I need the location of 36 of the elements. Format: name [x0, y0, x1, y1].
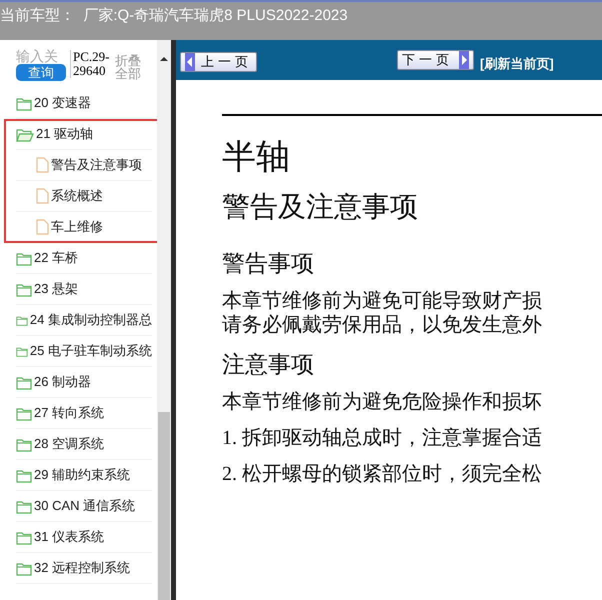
tree-item[interactable]: 警告及注意事项 — [51, 156, 142, 174]
section-heading: 警告事项 — [222, 250, 315, 278]
tree-item[interactable]: 29 辅助约束系统 — [34, 466, 130, 484]
code-label: PC.29-29640 — [70, 50, 111, 78]
paragraph: 本章节维修前为避免可能导致财产损 请务必佩戴劳保用品，以免发生意外 — [222, 289, 543, 337]
tree-item[interactable]: 24 集成制动控制器总 — [30, 311, 152, 329]
document-icon — [36, 188, 49, 204]
tree-item[interactable]: 28 空调系统 — [34, 435, 104, 453]
tree-item[interactable]: 车上维修 — [51, 218, 103, 236]
paragraph: 1. 拆卸驱动轴总成时，注意掌握合适 — [222, 426, 543, 450]
search-button[interactable]: 查询 — [16, 64, 66, 81]
refresh-page-link[interactable]: [刷新当前页] — [480, 55, 554, 73]
tree-item[interactable]: 25 电子驻车制动系统 — [30, 342, 152, 360]
tree-item[interactable]: 20 变速器 — [34, 94, 92, 112]
next-page-button[interactable]: 下一页 — [397, 50, 474, 70]
previous-page-button[interactable]: 上一页 — [180, 52, 257, 72]
tree-item[interactable]: 32 远程控制系统 — [34, 559, 130, 577]
tree-item[interactable]: 30 CAN 通信系统 — [34, 497, 136, 515]
vehicle-model-title: 当前车型： 厂家:Q-奇瑞汽车瑞虎8 PLUS2022-2023 — [0, 6, 349, 25]
tree-item[interactable]: 31 仪表系统 — [34, 528, 104, 546]
paragraph: 2. 松开螺母的锁紧部位时，须完全松 — [222, 462, 543, 486]
section-title: 警告及注意事项 — [222, 191, 419, 225]
scroll-up-icon[interactable] — [158, 54, 170, 64]
tree-item[interactable]: 系统概述 — [51, 187, 103, 205]
tree-item[interactable]: 23 悬架 — [34, 280, 78, 298]
paragraph: 本章节维修前为避免危险操作和损坏 — [222, 390, 543, 414]
keyword-input[interactable]: 输入关 — [16, 44, 64, 64]
document-icon — [36, 157, 49, 173]
scrollbar-thumb[interactable] — [158, 412, 170, 600]
document-icon — [36, 219, 49, 235]
document-title: 半轴 — [222, 138, 291, 178]
tree-item[interactable]: 22 车桥 — [34, 249, 78, 267]
tree-item[interactable]: 21 驱动轴 — [36, 125, 94, 143]
tree-item[interactable]: 27 转向系统 — [34, 404, 104, 422]
tree-item[interactable]: 26 制动器 — [34, 373, 92, 391]
section-heading: 注意事项 — [222, 351, 315, 379]
